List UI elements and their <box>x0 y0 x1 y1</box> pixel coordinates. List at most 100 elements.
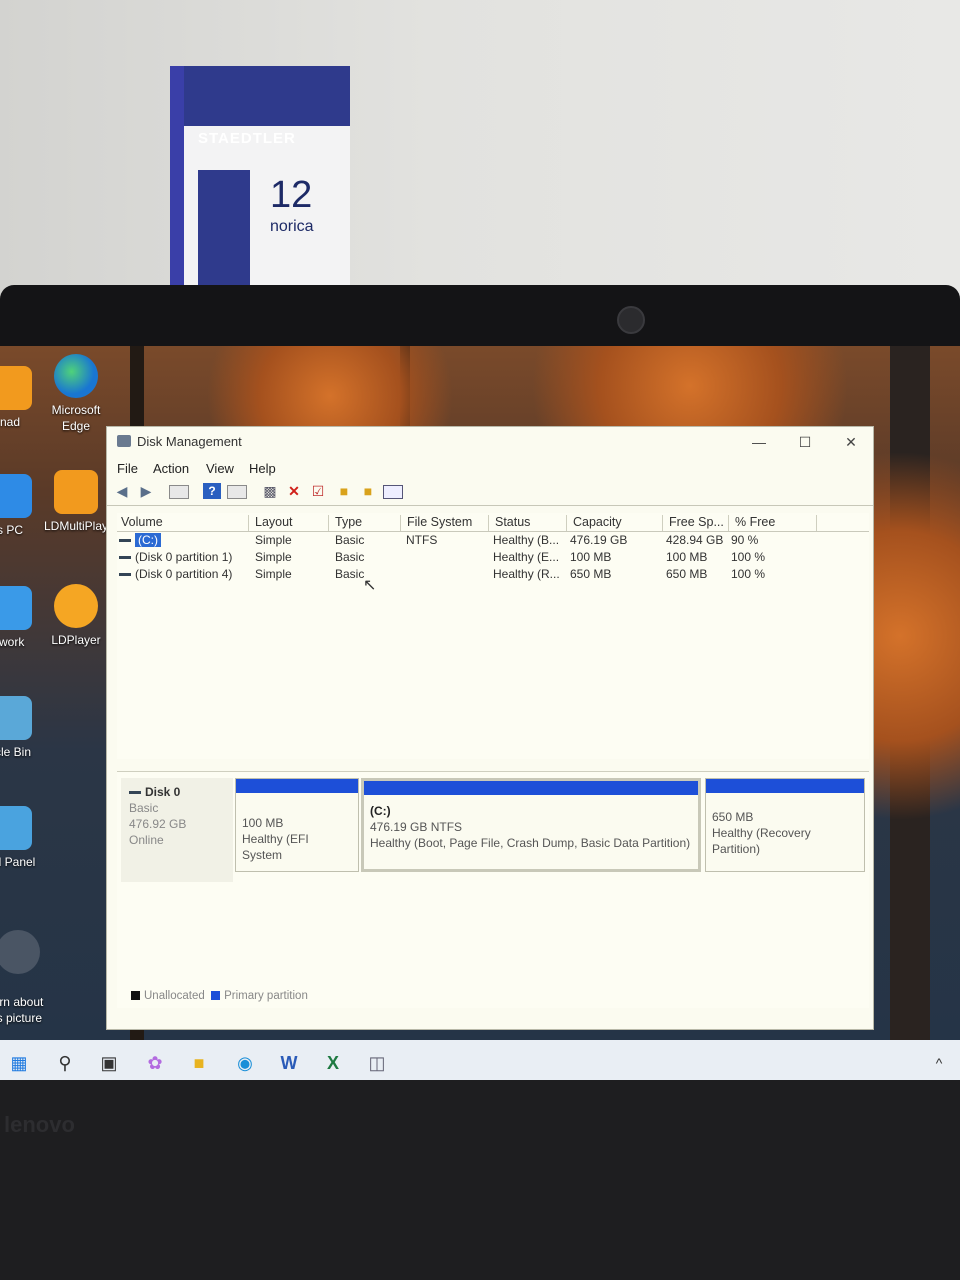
partition-status: Healthy (Recovery Partition) <box>712 826 811 856</box>
layout-cell: Simple <box>255 550 292 564</box>
unallocated-swatch <box>131 991 140 1001</box>
back-arrow-icon[interactable]: ◀ <box>113 483 131 499</box>
control-panel-icon <box>0 806 32 850</box>
table-row[interactable]: (Disk 0 partition 4) Simple Basic Health… <box>117 566 869 583</box>
minimize-button[interactable]: — <box>739 431 779 453</box>
partition-bar <box>236 779 358 793</box>
disk-management-taskbar-icon[interactable]: ◫ <box>364 1050 390 1076</box>
desktop-icon-this-pc[interactable]: s PC <box>0 474 42 538</box>
desktop-icon-label: Microsoft Edge <box>51 403 101 433</box>
layout-cell: Simple <box>255 567 292 581</box>
desktop-icon-label: s PC <box>0 523 23 537</box>
desktop-icon-label: trol Panel <box>0 855 36 869</box>
connect-icon[interactable]: ▩ <box>261 483 279 499</box>
tray-overflow-icon[interactable]: ^ <box>926 1050 952 1076</box>
check-icon[interactable]: ☑ <box>309 483 327 499</box>
menu-view[interactable]: View <box>206 461 234 476</box>
laptop-chassis <box>0 1080 960 1280</box>
partition-recovery[interactable]: 650 MB Healthy (Recovery Partition) <box>705 778 865 872</box>
desktop-icon-ldplayer[interactable]: LDPlayer <box>44 584 108 648</box>
desktop-icon-label: LDPlayer <box>51 633 101 647</box>
desktop-icon-recycle-bin[interactable]: ycle Bin <box>0 696 42 760</box>
edge-taskbar-icon[interactable]: ◉ <box>232 1050 258 1076</box>
pencil-box-name: norica <box>270 218 314 235</box>
table-row[interactable]: (Disk 0 partition 1) Simple Basic Health… <box>117 549 869 566</box>
disk-info-panel[interactable]: Disk 0 Basic 476.92 GB Online <box>121 778 233 882</box>
laptop-brand: lenovo <box>4 1112 75 1137</box>
excel-icon[interactable]: X <box>320 1050 346 1076</box>
disk-state: Online <box>129 833 164 847</box>
desktop-icon-ldmultiplayer[interactable]: LDMultiPlay <box>44 470 108 534</box>
column-percent-free[interactable]: % Free <box>731 515 817 531</box>
folder-icon[interactable]: ■ <box>335 483 353 499</box>
word-icon[interactable]: W <box>276 1050 302 1076</box>
free-cell: 428.94 GB <box>666 533 724 547</box>
volume-list: Volume Layout Type File System Status Ca… <box>117 513 869 759</box>
settings-panel-icon[interactable] <box>383 485 403 499</box>
disk-name: Disk 0 <box>129 784 233 800</box>
maximize-button[interactable]: ☐ <box>785 431 825 453</box>
pencil-box: STAEDTLER 12 norica <box>170 66 350 296</box>
mouse-cursor-icon: ↖ <box>363 577 377 594</box>
properties-icon[interactable] <box>169 485 189 499</box>
file-explorer-icon[interactable]: ■ <box>186 1050 212 1076</box>
close-button[interactable]: ✕ <box>831 431 871 453</box>
column-layout[interactable]: Layout <box>251 515 329 531</box>
partition-efi[interactable]: 100 MB Healthy (EFI System <box>235 778 359 872</box>
toolbar: ◀ ▶ ? ▩ ✕ ☑ ■ ■ <box>107 479 873 506</box>
disk-type: Basic <box>129 801 159 815</box>
forward-arrow-icon[interactable]: ▶ <box>137 483 155 499</box>
partition-size: 100 MB <box>242 816 284 830</box>
partition-size: 650 MB <box>712 810 754 824</box>
folder-search-icon[interactable]: ■ <box>359 483 377 499</box>
ldplayer-icon <box>54 584 98 628</box>
table-row[interactable]: (C:) Simple Basic NTFS Healthy (B... 476… <box>117 532 869 549</box>
start-icon[interactable]: ▦ <box>6 1050 32 1076</box>
pencil-box-number: 12 <box>270 174 313 216</box>
help-icon[interactable]: ? <box>203 483 221 499</box>
desktop-icon-learn-about[interactable]: arn about is picture <box>0 914 50 1042</box>
desktop-icon-edge[interactable]: Microsoft Edge <box>44 354 108 434</box>
column-capacity[interactable]: Capacity <box>569 515 663 531</box>
menu-file[interactable]: File <box>117 461 138 476</box>
column-file-system[interactable]: File System <box>403 515 489 531</box>
volume-list-header: Volume Layout Type File System Status Ca… <box>117 513 869 532</box>
search-icon[interactable]: ⚲ <box>52 1050 78 1076</box>
wall-background <box>0 0 960 300</box>
partition-status: Healthy (Boot, Page File, Crash Dump, Ba… <box>370 836 691 850</box>
edge-icon <box>54 354 98 398</box>
menu-action[interactable]: Action <box>153 461 189 476</box>
percent-free-cell: 90 % <box>731 533 759 547</box>
partition-c[interactable]: (C:) 476.19 GB NTFS Healthy (Boot, Page … <box>361 778 701 872</box>
desktop-icon-label: arn about is picture <box>0 995 44 1025</box>
ldmultiplayer-icon <box>54 470 98 514</box>
menu-bar: File Action View Help <box>107 457 873 479</box>
partition-title: (C:) <box>370 804 391 818</box>
task-view-icon[interactable]: ▣ <box>96 1050 122 1076</box>
delete-icon[interactable]: ✕ <box>285 483 303 499</box>
disk-management-icon <box>117 435 131 447</box>
column-type[interactable]: Type <box>331 515 401 531</box>
column-free-space[interactable]: Free Sp... <box>665 515 729 531</box>
copilot-icon[interactable]: ✿ <box>142 1050 168 1076</box>
type-cell: Basic <box>335 533 365 547</box>
taskbar: ▦ ⚲ ▣ ✿ ■ ◉ W X ◫ ^ <box>0 1040 960 1084</box>
title-bar: Disk Management — ☐ ✕ <box>107 427 873 457</box>
volume-name: (C:) <box>135 533 161 547</box>
volume-name: (Disk 0 partition 1) <box>135 550 233 564</box>
desktop-icon-control-panel[interactable]: trol Panel <box>0 806 42 870</box>
legend-primary: Primary partition <box>224 990 308 1002</box>
pc-icon <box>0 474 32 518</box>
console-icon[interactable] <box>227 485 247 499</box>
pencil-box-lid <box>184 66 350 126</box>
column-volume[interactable]: Volume <box>117 515 249 531</box>
partition-bar <box>364 781 698 795</box>
column-status[interactable]: Status <box>491 515 567 531</box>
menu-help[interactable]: Help <box>249 461 276 476</box>
volume-name: (Disk 0 partition 4) <box>135 567 233 581</box>
desktop-icon-network[interactable]: twork <box>0 586 42 650</box>
network-icon <box>0 586 32 630</box>
recycle-bin-icon <box>0 696 32 740</box>
desktop-icon-partial-1[interactable]: nad <box>0 366 42 430</box>
status-cell: Healthy (R... <box>493 567 560 581</box>
